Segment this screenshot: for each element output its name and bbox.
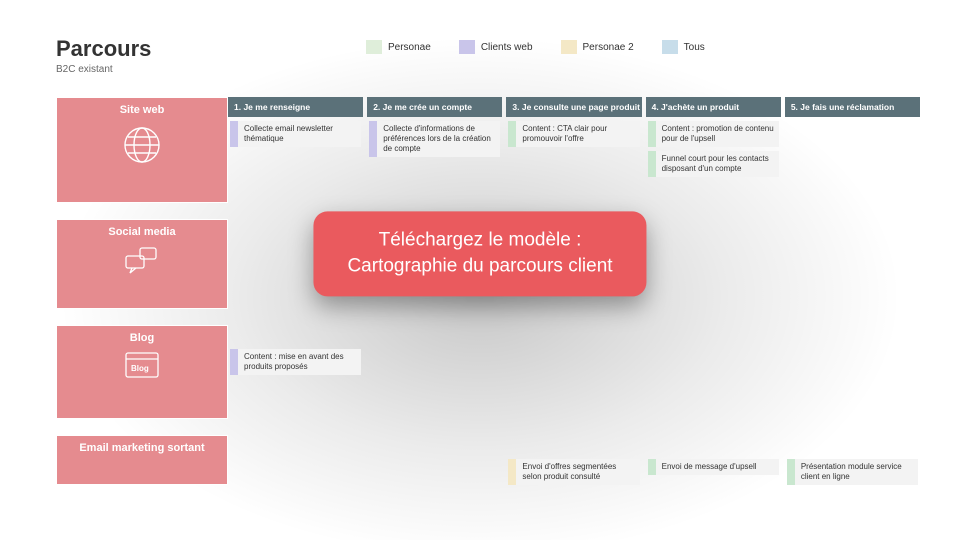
card: Content : mise en avant des produits pro… [230, 349, 361, 375]
row-header-site-web: Site web [56, 97, 228, 203]
page-subtitle: B2C existant [56, 64, 236, 75]
persona-item: Tous [662, 40, 705, 54]
cell: Content : mise en avant des produits pro… [228, 347, 363, 441]
card: Collecte email newsletter thématique [230, 121, 361, 147]
blog-window-icon: Blog [123, 350, 161, 383]
row-headers: Site web Social media [56, 97, 228, 517]
card: Collecte d'informations de préférences l… [369, 121, 500, 157]
card: Funnel court pour les contacts disposant… [648, 151, 779, 177]
journey-grid: Site web Social media [56, 97, 920, 517]
cell: Content : CTA clair pour promouvoir l'of… [506, 119, 641, 225]
row-label: Social media [108, 226, 175, 238]
card: Content : CTA clair pour promouvoir l'of… [508, 121, 639, 147]
lane-site-web: Collecte email newsletter thématique Col… [228, 119, 920, 225]
cell: Envoi d'offres segmentées selon produit … [506, 457, 641, 507]
cell: Collecte email newsletter thématique [228, 119, 363, 225]
col-header: 3. Je consulte une page produit [506, 97, 641, 117]
row-header-email-marketing: Email marketing sortant [56, 435, 228, 485]
cta-line2: Cartographie du parcours client [347, 254, 612, 281]
card: Envoi de message d'upsell [648, 459, 779, 475]
col-header: 2. Je me crée un compte [367, 97, 502, 117]
col-header: 1. Je me renseigne [228, 97, 363, 117]
persona-item: Personae 2 [561, 40, 634, 54]
card: Content : promotion de contenu pour de l… [648, 121, 779, 147]
persona-label: Clients web [481, 42, 533, 53]
row-label: Site web [120, 104, 165, 116]
lane-blog: Content : mise en avant des produits pro… [228, 347, 920, 441]
persona-label: Personae 2 [583, 42, 634, 53]
lane-email-marketing: Envoi d'offres segmentées selon produit … [228, 457, 920, 507]
row-label: Email marketing sortant [79, 442, 204, 454]
card: Présentation module service client en li… [787, 459, 918, 485]
globe-icon [119, 122, 165, 171]
cell: Envoi de message d'upsell [646, 457, 781, 507]
cell: Collecte d'informations de préférences l… [367, 119, 502, 225]
persona-item: Personae [366, 40, 431, 54]
cta-line1: Téléchargez le modèle : [347, 227, 612, 254]
page-title: Parcours [56, 36, 236, 62]
cell [785, 119, 920, 225]
cell: Content : promotion de contenu pour de l… [646, 119, 781, 225]
svg-text:Blog: Blog [131, 364, 149, 373]
swatch-icon [561, 40, 577, 54]
download-cta-button[interactable]: Téléchargez le modèle : Cartographie du … [313, 211, 646, 296]
persona-label: Personae [388, 42, 431, 53]
swatch-icon [366, 40, 382, 54]
persona-item: Clients web [459, 40, 533, 54]
persona-legend: Personae Clients web Personae 2 Tous [236, 40, 920, 54]
column-headers: 1. Je me renseigne 2. Je me crée un comp… [228, 97, 920, 117]
row-header-blog: Blog Blog [56, 325, 228, 419]
matrix: 1. Je me renseigne 2. Je me crée un comp… [228, 97, 920, 517]
header: Parcours B2C existant Personae Clients w… [56, 36, 920, 75]
row-header-social-media: Social media [56, 219, 228, 309]
col-header: 4. J'achète un produit [646, 97, 781, 117]
swatch-icon [459, 40, 475, 54]
cell: Présentation module service client en li… [785, 457, 920, 507]
swatch-icon [662, 40, 678, 54]
card: Envoi d'offres segmentées selon produit … [508, 459, 639, 485]
chat-bubbles-icon [122, 244, 162, 281]
title-block: Parcours B2C existant [56, 36, 236, 75]
col-header: 5. Je fais une réclamation [785, 97, 920, 117]
slide: Parcours B2C existant Personae Clients w… [0, 0, 960, 540]
persona-label: Tous [684, 42, 705, 53]
row-label: Blog [130, 332, 154, 344]
